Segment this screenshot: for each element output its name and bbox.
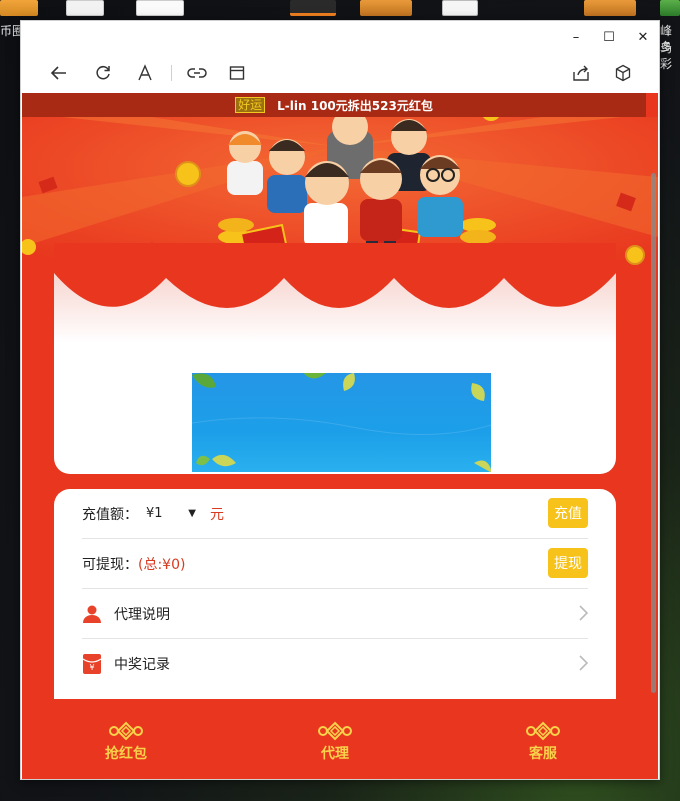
nav-label: 抢红包 (105, 746, 147, 762)
recharge-label: 充值额： (82, 506, 138, 523)
desktop-archive-icon[interactable] (584, 0, 636, 16)
layout-icon[interactable] (225, 61, 249, 85)
minimize-button[interactable]: – (561, 25, 591, 49)
recharge-amount-select[interactable]: ¥1 ▼ (146, 506, 196, 521)
svg-text:¥: ¥ (89, 663, 94, 672)
recharge-button[interactable]: 充值 (548, 498, 588, 528)
nav-grab-red-envelope[interactable]: 抢红包 (86, 721, 166, 763)
nav-label: 客服 (529, 746, 557, 762)
window-titlebar: – ☐ ✕ (21, 21, 659, 53)
bottom-navigation: 抢红包 代理 客服 (22, 713, 658, 779)
menu-item-label: 代理说明 (114, 606, 170, 623)
withdraw-row: 可提现： (总:¥0) 提现 (82, 539, 588, 589)
nav-label: 代理 (321, 746, 349, 762)
maximize-button[interactable]: ☐ (594, 25, 624, 49)
text-size-icon[interactable] (133, 61, 157, 85)
page-viewport: 好运 L-lin 100元拆出523元红包 充值额： ¥1 ▼ 元 充值 可提现… (22, 93, 658, 779)
ad-banner-image[interactable] (192, 373, 491, 472)
notice-bar: 好运 L-lin 100元拆出523元红包 (22, 93, 646, 117)
menu-item-label: 中奖记录 (114, 657, 170, 673)
link-icon[interactable] (185, 61, 209, 85)
leaf-decoration (192, 373, 491, 472)
red-envelope-icon: ¥ (82, 654, 102, 674)
nav-customer-service[interactable]: 客服 (503, 721, 583, 763)
user-icon (82, 604, 102, 624)
chevron-right-icon (579, 605, 588, 621)
desktop-document-icon[interactable] (136, 0, 184, 16)
notice-tag: 好运 (235, 97, 266, 113)
recharge-unit: 元 (210, 506, 224, 523)
desktop-video-icon[interactable] (290, 0, 336, 16)
share-icon[interactable] (569, 61, 593, 85)
chinese-knot-icon (109, 721, 143, 741)
desktop-vscode-icon[interactable] (66, 0, 104, 16)
chinese-knot-icon (318, 721, 352, 741)
recharge-row: 充值额： ¥1 ▼ 元 充值 (82, 489, 588, 539)
desktop-archive-icon[interactable] (360, 0, 412, 16)
withdraw-total: (总:¥0) (138, 556, 186, 573)
desktop-app-icon[interactable] (660, 0, 680, 16)
desktop-icon-strip: 币圈 峰鸟 多彩 (0, 0, 680, 71)
menu-item-prize-records[interactable]: ¥ 中奖记录 (82, 639, 588, 689)
withdraw-button[interactable]: 提现 (548, 548, 588, 578)
menu-item-agent-info[interactable]: 代理说明 (82, 589, 588, 639)
vertical-scrollbar[interactable] (651, 173, 656, 693)
close-button[interactable]: ✕ (628, 25, 658, 49)
cube-icon[interactable] (611, 61, 635, 85)
refresh-icon[interactable] (91, 61, 115, 85)
notice-message: L-lin 100元拆出523元红包 (277, 98, 433, 113)
recharge-amount-value: ¥1 (146, 506, 163, 521)
desktop-folder-icon[interactable] (0, 0, 38, 16)
desktop-file-icon[interactable] (442, 0, 478, 16)
browser-toolbar (21, 53, 659, 93)
browser-window: – ☐ ✕ 好运 L-lin 100元拆出523元红包 充值额： ¥1 ▼ 元 … (20, 20, 660, 780)
account-menu-card: 充值额： ¥1 ▼ 元 充值 可提现： (总:¥0) 提现 代理说明 ¥ 中奖记… (54, 489, 616, 699)
scallop-border (54, 243, 616, 343)
chinese-knot-icon (526, 721, 560, 741)
back-icon[interactable] (47, 61, 71, 85)
chevron-right-icon (579, 655, 588, 671)
nav-agent[interactable]: 代理 (295, 721, 375, 763)
desktop-icon-label: 多彩 (660, 40, 673, 71)
dropdown-arrow-icon: ▼ (188, 508, 196, 519)
toolbar-divider (171, 65, 172, 81)
withdraw-label: 可提现： (82, 556, 138, 573)
